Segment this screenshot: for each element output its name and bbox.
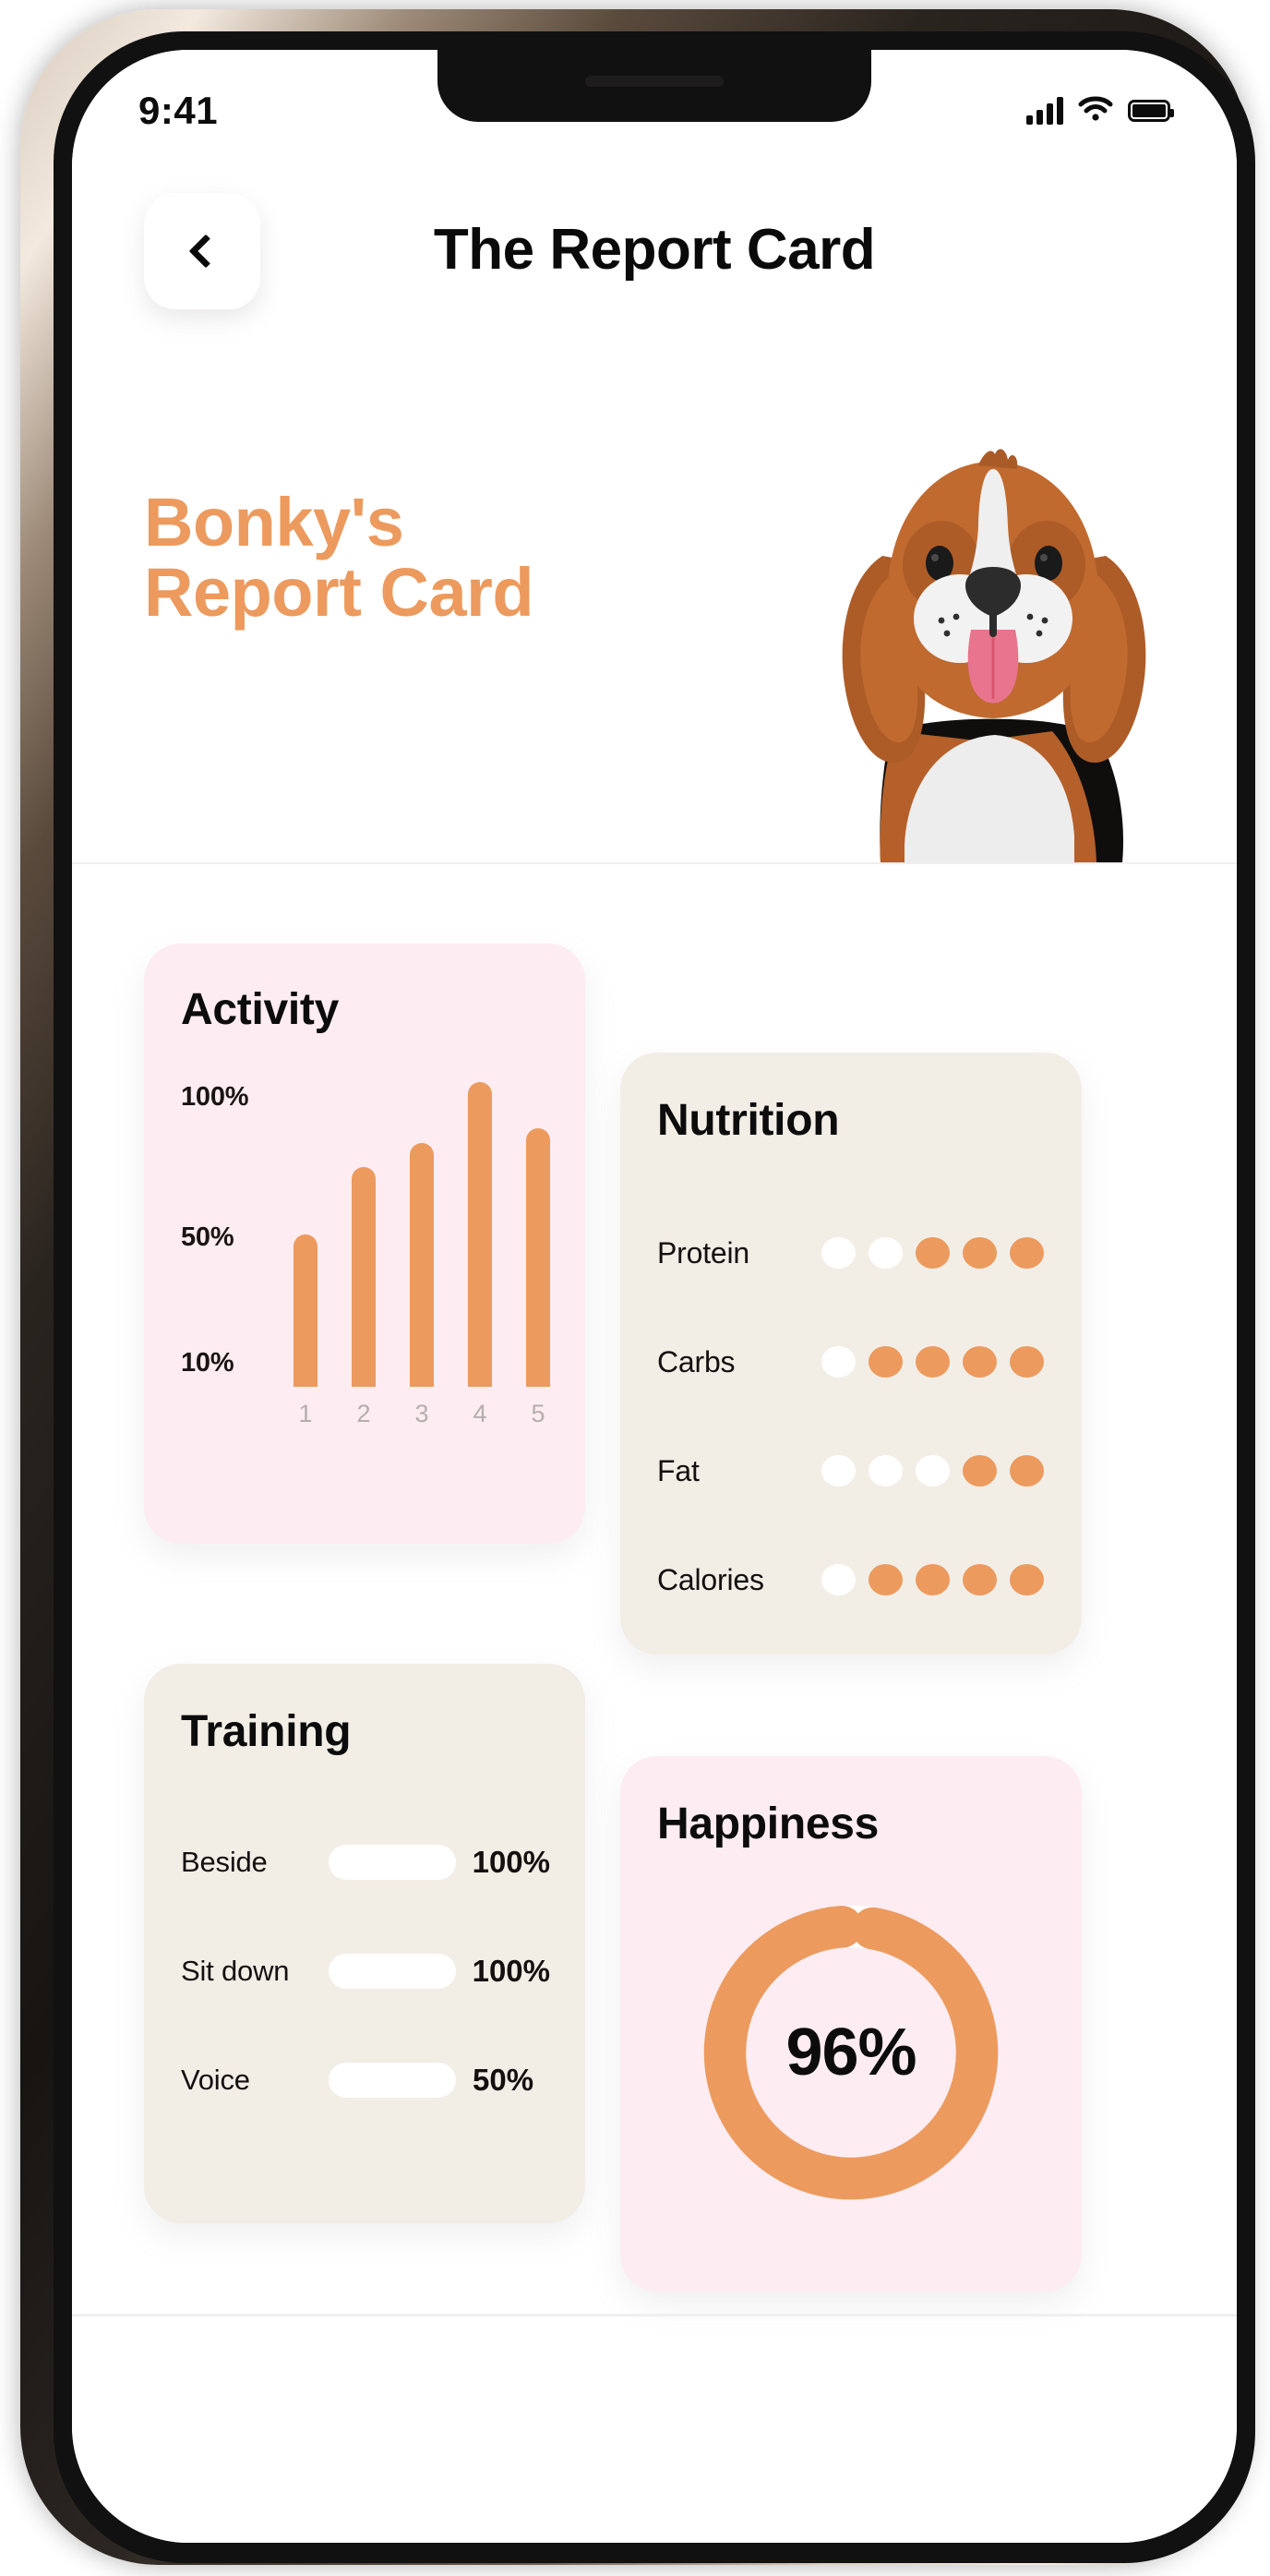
activity-bar-2 <box>352 1167 376 1387</box>
nutrition-label: Calories <box>657 1562 764 1596</box>
training-progress-track <box>329 2063 456 2098</box>
phone-frame: Bonky's Report Card The Report Card 9:41… <box>20 9 1255 2565</box>
nutrition-dot-filled <box>963 1564 997 1595</box>
battery-icon <box>1128 100 1174 122</box>
nutrition-dot-filled <box>1010 1564 1044 1595</box>
activity-xtick: 4 <box>473 1400 487 1427</box>
nutrition-dot-filled <box>1010 1346 1044 1378</box>
phone-screen: Bonky's Report Card The Report Card 9:41… <box>72 50 1237 2543</box>
nutrition-dot-empty <box>916 1455 950 1487</box>
activity-bar-column <box>468 1082 492 1387</box>
status-icon-group <box>1026 96 1174 126</box>
training-row-sit-down: Sit down 100% <box>181 1917 550 2026</box>
earpiece-speaker <box>585 76 724 87</box>
nutrition-dot-scale <box>821 1564 1044 1595</box>
nutrition-row-fat: Fat <box>657 1416 1045 1525</box>
nutrition-dot-filled <box>963 1455 997 1487</box>
activity-bar-1 <box>294 1234 318 1387</box>
activity-card-title: Activity <box>181 985 339 1034</box>
nutrition-row-calories: Calories <box>657 1525 1045 1634</box>
activity-xtick: 5 <box>531 1400 545 1427</box>
happiness-card[interactable]: Happiness 96% <box>620 1756 1082 2292</box>
training-label: Voice <box>181 2064 250 2096</box>
training-value: 100% <box>472 1845 550 1879</box>
training-label: Beside <box>181 1846 268 1878</box>
training-row-beside: Beside 100% <box>181 1808 550 1917</box>
activity-bar-4 <box>468 1082 492 1387</box>
activity-bar-chart: 100% 50% 10% 1 2 3 4 5 <box>181 1082 550 1470</box>
nutrition-dot-filled <box>916 1237 950 1269</box>
nutrition-dot-empty <box>821 1237 856 1269</box>
activity-bars <box>294 1082 550 1387</box>
nutrition-dot-scale <box>821 1237 1044 1269</box>
activity-bar-column <box>410 1082 434 1387</box>
nutrition-row-carbs: Carbs <box>657 1307 1045 1416</box>
training-card-title: Training <box>181 1707 352 1756</box>
activity-ytick-10: 10% <box>181 1348 234 1378</box>
nutrition-dot-filled <box>869 1346 903 1378</box>
nutrition-dot-scale <box>821 1455 1044 1487</box>
nutrition-dot-filled <box>1010 1237 1044 1269</box>
wifi-icon <box>1078 96 1113 126</box>
activity-y-axis: 100% 50% 10% <box>181 1082 292 1470</box>
nutrition-dot-empty <box>869 1237 903 1269</box>
activity-xtick: 2 <box>356 1400 371 1427</box>
activity-xtick: 3 <box>414 1400 429 1427</box>
training-label: Sit down <box>181 1955 290 1987</box>
happiness-card-title: Happiness <box>657 1800 880 1848</box>
nutrition-dot-filled <box>916 1564 950 1595</box>
phone-notch <box>437 50 871 122</box>
status-time: 9:41 <box>138 89 219 132</box>
nutrition-dot-empty <box>821 1346 856 1378</box>
nutrition-dot-filled <box>963 1237 997 1269</box>
activity-bar-5 <box>526 1127 550 1387</box>
nutrition-label: Fat <box>657 1453 700 1487</box>
activity-bar-column <box>294 1082 318 1387</box>
activity-bar-column <box>526 1082 550 1387</box>
activity-card[interactable]: Activity 100% 50% 10% 1 2 3 4 5 <box>144 944 585 1544</box>
nutrition-rows: Protein Carbs Fat Calories <box>657 1198 1045 1634</box>
nutrition-card-title: Nutrition <box>657 1096 840 1145</box>
happiness-donut-gauge: 96% <box>689 1891 1012 2214</box>
nutrition-card[interactable]: Nutrition Protein Carbs Fat Calories <box>620 1053 1082 1655</box>
cards-grid: Activity 100% 50% 10% 1 2 3 4 5 Nutritio… <box>72 50 1237 2543</box>
nutrition-dot-filled <box>869 1564 903 1595</box>
training-progress-track <box>328 1954 456 1989</box>
nutrition-dot-empty <box>821 1564 856 1595</box>
nutrition-dot-filled <box>1010 1455 1044 1487</box>
training-rows: Beside 100% Sit down 100% Voice 50% <box>181 1808 550 2135</box>
nutrition-label: Carbs <box>657 1344 736 1378</box>
nutrition-dot-scale <box>821 1346 1044 1378</box>
training-card[interactable]: Training Beside 100% Sit down 100% Voice… <box>144 1664 585 2223</box>
cellular-signal-icon <box>1026 97 1063 125</box>
activity-bar-column <box>352 1082 376 1387</box>
training-row-voice: Voice 50% <box>181 2026 550 2135</box>
activity-bar-3 <box>410 1143 434 1387</box>
happiness-value: 96% <box>785 2016 917 2089</box>
training-value: 50% <box>473 2063 534 2097</box>
activity-x-axis: 1 2 3 4 5 <box>294 1400 550 1437</box>
bottom-divider <box>72 2314 1237 2317</box>
activity-ytick-100: 100% <box>181 1082 249 1112</box>
training-value: 100% <box>472 1954 550 1988</box>
nutrition-dot-empty <box>821 1455 856 1487</box>
app-screen: Bonky's Report Card The Report Card 9:41… <box>72 50 1237 2543</box>
nutrition-row-protein: Protein <box>657 1198 1045 1307</box>
nutrition-dot-filled <box>963 1346 997 1378</box>
activity-ytick-50: 50% <box>181 1222 234 1252</box>
nutrition-dot-filled <box>916 1346 950 1378</box>
activity-xtick: 1 <box>298 1400 313 1427</box>
training-progress-track <box>328 1845 456 1880</box>
nutrition-label: Protein <box>657 1235 749 1270</box>
nutrition-dot-empty <box>869 1455 903 1487</box>
